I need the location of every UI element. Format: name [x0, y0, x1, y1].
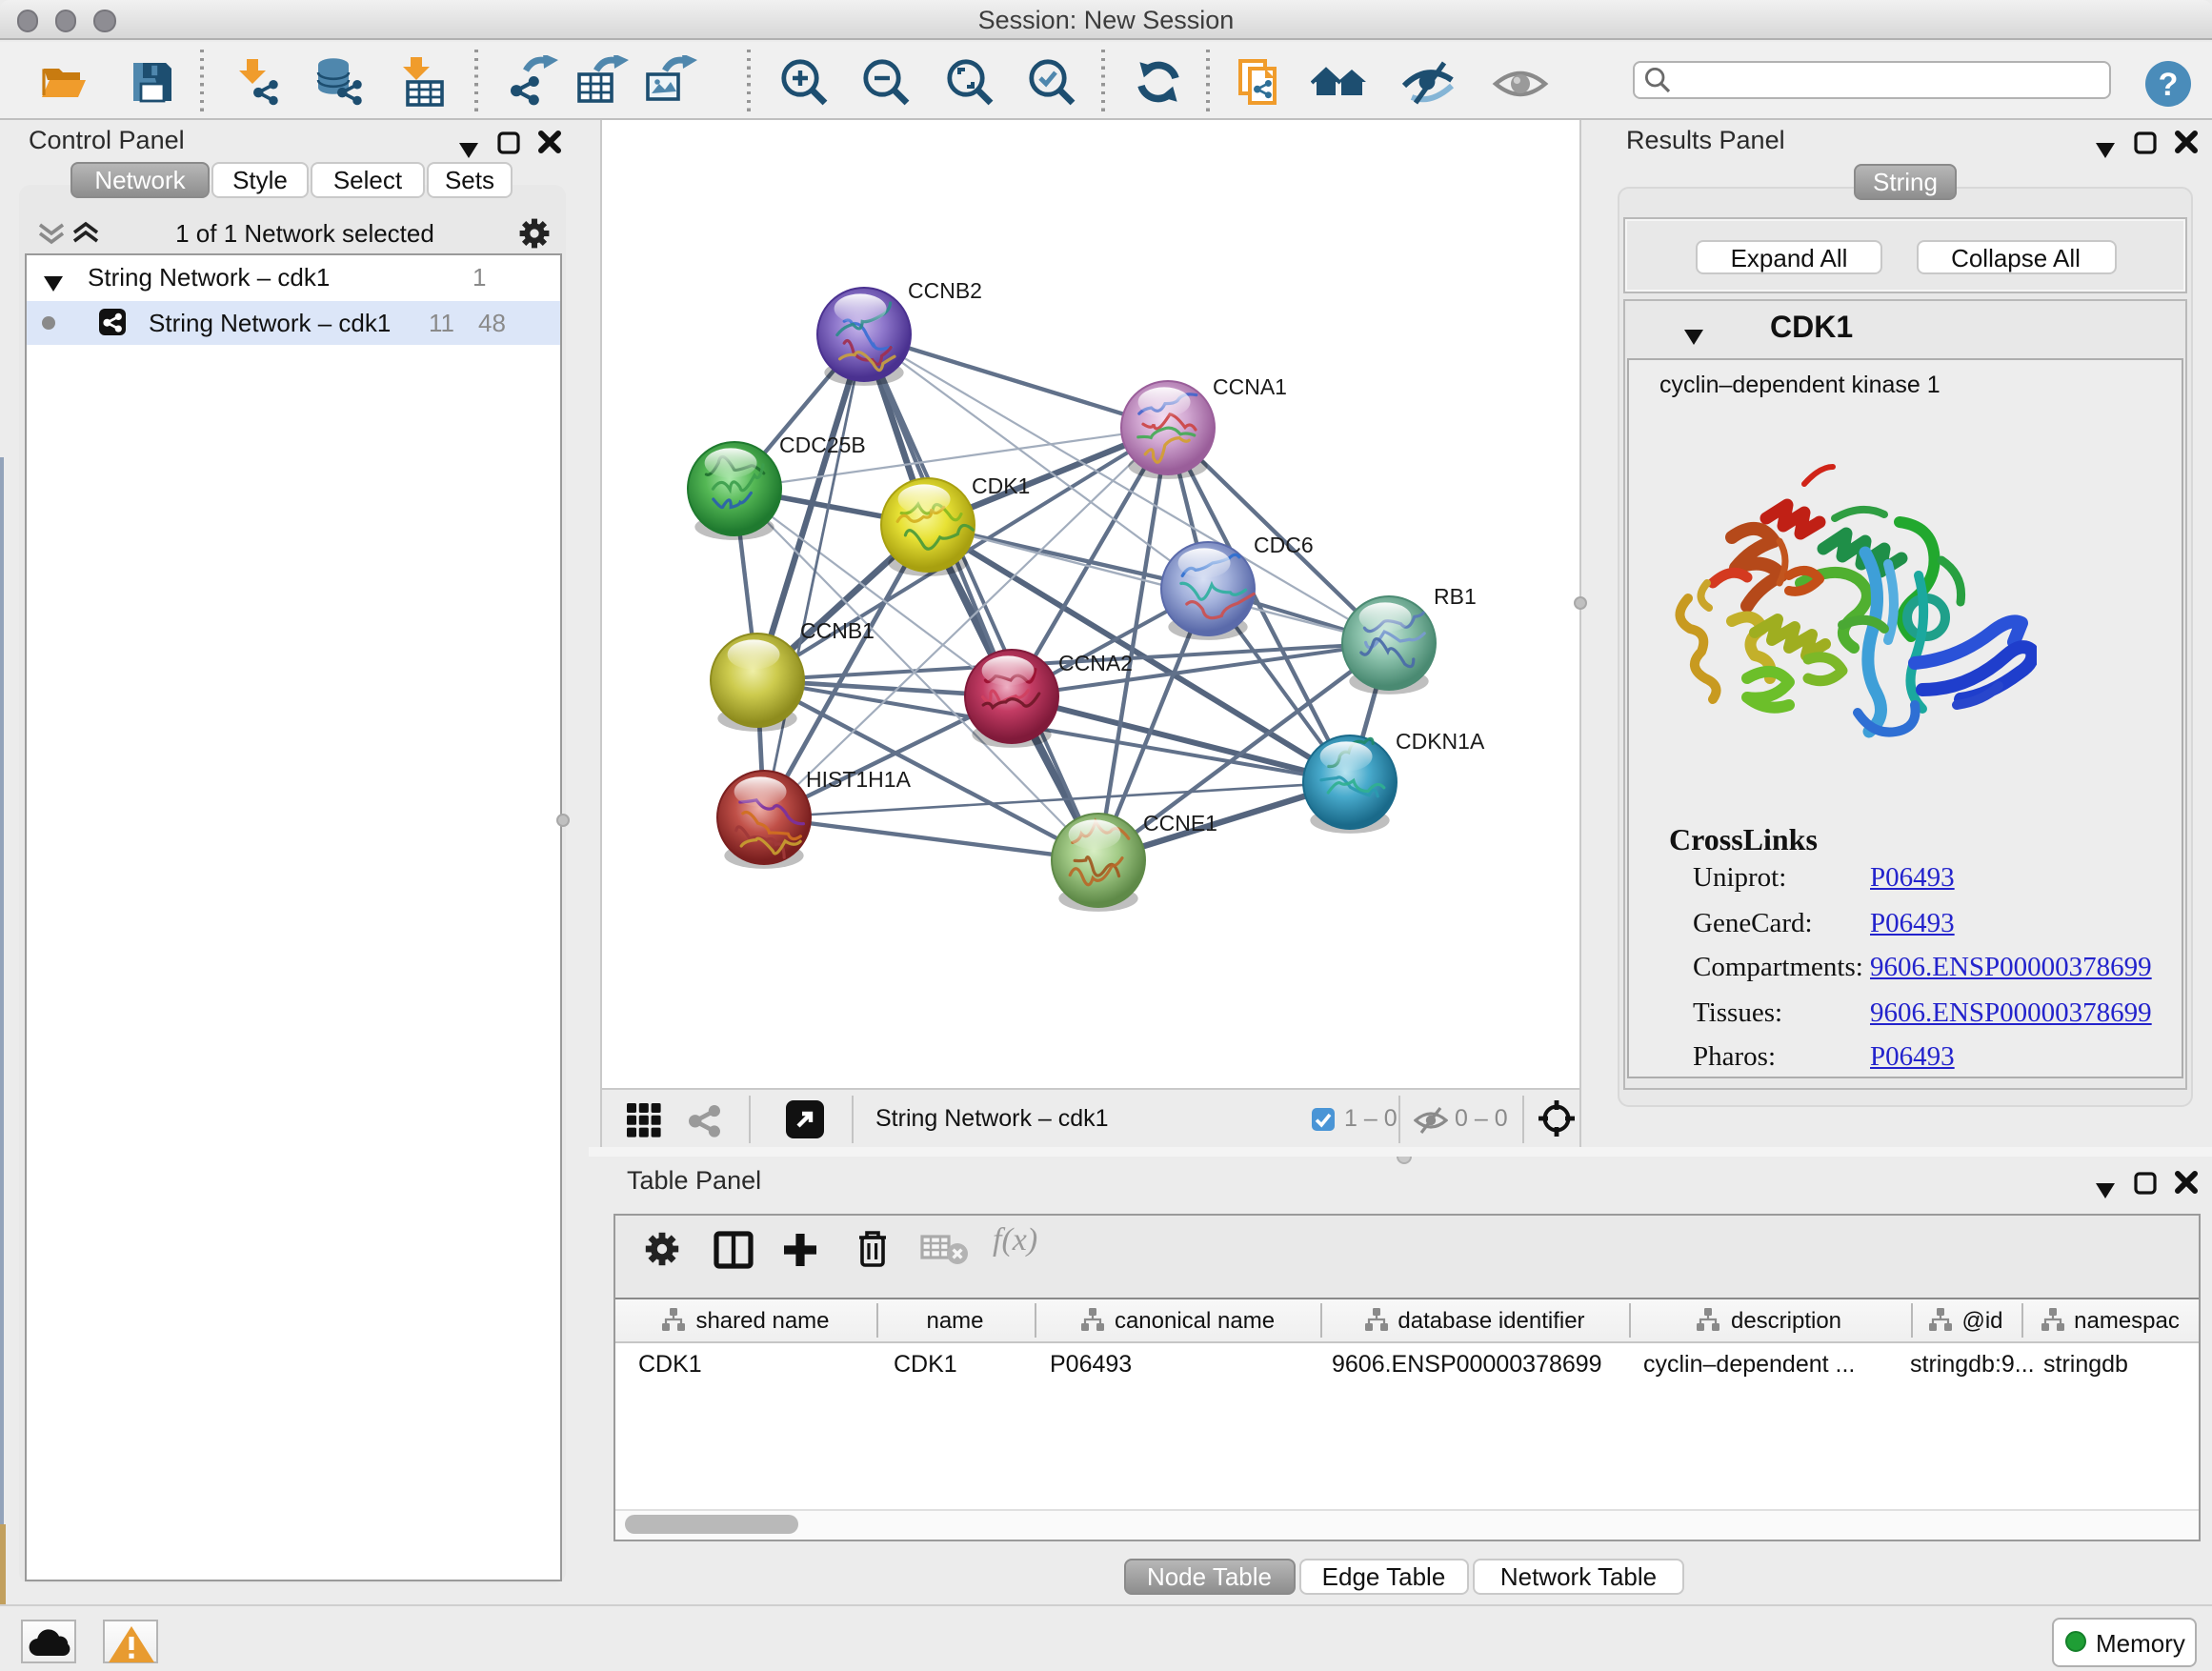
svg-text:CCNA1: CCNA1 — [1212, 374, 1286, 399]
svg-text:CCNB1: CCNB1 — [799, 618, 874, 643]
svg-text:?: ? — [2159, 67, 2179, 103]
svg-text:CCNB2: CCNB2 — [907, 278, 981, 303]
svg-text:HIST1H1A: HIST1H1A — [805, 767, 911, 792]
svg-text:RB1: RB1 — [1433, 584, 1476, 609]
svg-text:CDC25B: CDC25B — [778, 433, 865, 457]
svg-text:CCNE1: CCNE1 — [1142, 811, 1217, 836]
svg-text:CDK1: CDK1 — [971, 473, 1029, 498]
svg-text:CCNA2: CCNA2 — [1057, 651, 1132, 675]
svg-text:CDKN1A: CDKN1A — [1395, 729, 1484, 754]
svg-text:CDC6: CDC6 — [1253, 533, 1313, 557]
